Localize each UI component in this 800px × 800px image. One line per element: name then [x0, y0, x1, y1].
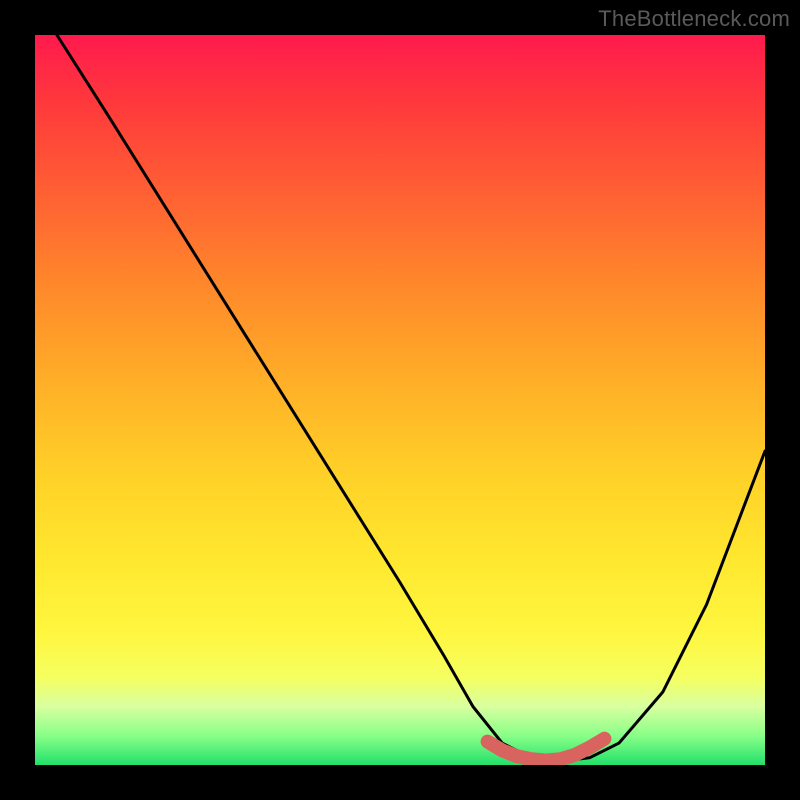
plot-area	[35, 35, 765, 765]
bottleneck-curve-path	[57, 35, 765, 761]
chart-svg	[35, 35, 765, 765]
watermark-text: TheBottleneck.com	[598, 6, 790, 32]
chart-frame: TheBottleneck.com	[0, 0, 800, 800]
